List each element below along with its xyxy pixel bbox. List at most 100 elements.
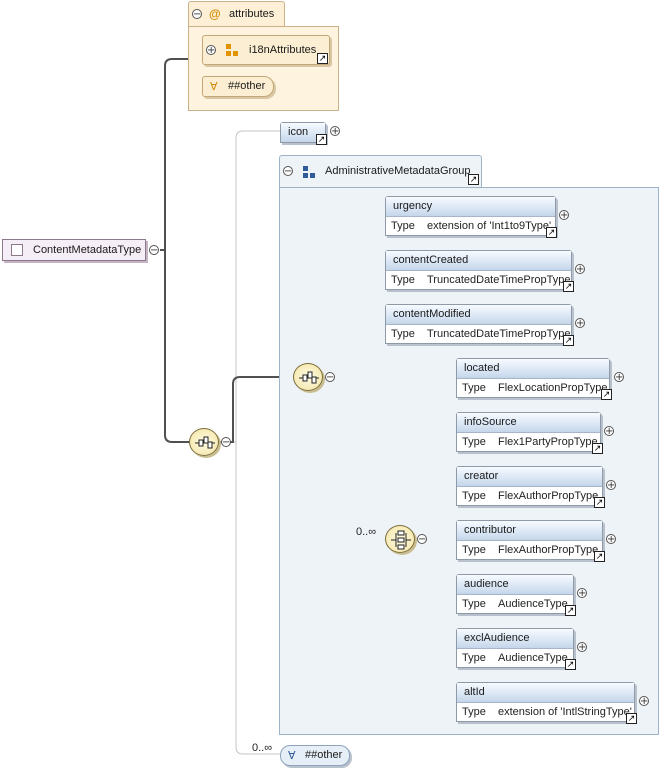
element-contentmodified-link-icon[interactable]: ↗ [563, 335, 574, 346]
element-icon-expand-toggle[interactable]: + [330, 126, 340, 137]
element-urgency-link-icon[interactable]: ↗ [546, 227, 557, 238]
element-icon-link-icon[interactable]: ↗ [316, 134, 327, 145]
element-infosource-link-icon[interactable]: ↗ [592, 443, 603, 454]
root-complex-type[interactable]: ContentMetadataType [2, 239, 146, 261]
element-contentcreated-expand-toggle[interactable]: + [575, 264, 585, 275]
element-urgency[interactable]: urgency Type extension of 'Int1to9Type' [385, 196, 556, 236]
element-infosource[interactable]: infoSource Type Flex1PartyPropType [456, 412, 601, 452]
element-type-row: Type FlexLocationPropType [457, 379, 609, 398]
element-type-row: Type Flex1PartyPropType [457, 433, 600, 452]
element-exclaudience[interactable]: exclAudience Type AudienceType [456, 628, 574, 668]
element-altid-expand-toggle[interactable]: + [639, 696, 649, 707]
type-label: Type [462, 598, 486, 610]
attribute-group-ref[interactable]: + i18nAttributes ↗ [202, 35, 330, 65]
complex-type-icon [11, 244, 23, 256]
element-audience-expand-toggle[interactable]: + [577, 588, 587, 599]
sequence-collapse-toggle[interactable]: − [221, 437, 231, 448]
sequence-compositor[interactable] [189, 428, 219, 456]
type-label: Type [391, 274, 415, 286]
choice-icon [391, 530, 411, 550]
attribute-group-icon [226, 44, 238, 56]
root-collapse-toggle[interactable]: − [149, 245, 159, 256]
element-contributor-link-icon[interactable]: ↗ [594, 551, 605, 562]
any-attribute-namespace: ##other [228, 80, 266, 92]
at-sign-icon: @ [209, 7, 221, 21]
element-name: creator [457, 467, 602, 487]
element-type: FlexLocationPropType [498, 382, 608, 394]
sequence-icon [195, 436, 215, 449]
element-type: AudienceType [498, 598, 568, 610]
type-label: Type [462, 652, 486, 664]
group-link-icon[interactable]: ↗ [468, 174, 479, 185]
element-name: infoSource [457, 413, 600, 433]
element-name: located [457, 359, 609, 379]
choice-collapse-toggle[interactable]: − [417, 534, 427, 545]
type-label: Type [462, 382, 486, 394]
group-sequence-collapse-toggle[interactable]: − [325, 372, 335, 383]
element-type: TruncatedDateTimePropType [427, 274, 571, 286]
element-audience-link-icon[interactable]: ↗ [565, 605, 576, 616]
element-name: contentCreated [386, 251, 571, 271]
type-label: Type [462, 490, 486, 502]
element-exclaudience-link-icon[interactable]: ↗ [565, 659, 576, 670]
element-name: exclAudience [457, 629, 573, 649]
element-contributor-expand-toggle[interactable]: + [606, 534, 616, 545]
type-label: Type [462, 706, 486, 718]
element-located-link-icon[interactable]: ↗ [601, 389, 612, 400]
element-type-row: Type FlexAuthorPropType [457, 487, 602, 506]
element-name: audience [457, 575, 573, 595]
element-contributor[interactable]: contributor Type FlexAuthorPropType [456, 520, 603, 560]
element-altid[interactable]: altId Type extension of 'IntlStringType' [456, 682, 635, 722]
any-attribute[interactable]: ∀ ##other [202, 76, 274, 97]
type-label: Type [391, 220, 415, 232]
element-type-row: Type AudienceType [457, 595, 573, 614]
element-type: Flex1PartyPropType [498, 436, 598, 448]
type-label: Type [391, 328, 415, 340]
attribute-group-link-icon[interactable]: ↗ [317, 53, 328, 64]
group-sequence-compositor[interactable] [293, 363, 323, 391]
attributes-collapse-toggle[interactable]: − [192, 9, 202, 20]
any-element-icon: ∀ [288, 750, 296, 762]
attribute-group-expand-toggle[interactable]: + [206, 45, 216, 56]
element-audience[interactable]: audience Type AudienceType [456, 574, 574, 614]
element-type-row: Type AudienceType [457, 649, 573, 668]
group-tab[interactable]: − AdministrativeMetadataGroup ↗ [279, 155, 482, 188]
element-name: contributor [457, 521, 602, 541]
group-collapse-toggle[interactable]: − [283, 166, 293, 177]
element-type: FlexAuthorPropType [498, 490, 599, 502]
element-type-row: Type FlexAuthorPropType [457, 541, 602, 560]
attributes-tab[interactable]: − @ attributes [188, 1, 285, 27]
element-contentmodified[interactable]: contentModified Type TruncatedDateTimePro… [385, 304, 572, 344]
element-located-expand-toggle[interactable]: + [614, 372, 624, 383]
any-element-occurrence: 0..∞ [252, 742, 273, 754]
any-element[interactable]: ∀ ##other [280, 745, 350, 766]
element-name: urgency [386, 197, 555, 217]
element-urgency-expand-toggle[interactable]: + [559, 210, 569, 221]
group-icon [303, 166, 315, 178]
element-contentcreated-link-icon[interactable]: ↗ [563, 281, 574, 292]
choice-occurrence: 0..∞ [356, 526, 377, 538]
any-element-namespace: ##other [305, 749, 343, 761]
element-name: contentModified [386, 305, 571, 325]
element-name: altId [457, 683, 634, 703]
attributes-label: attributes [229, 8, 275, 20]
element-type-row: Type extension of 'Int1to9Type' [386, 217, 555, 236]
attributes-container: + i18nAttributes ↗ ∀ ##other [188, 26, 339, 111]
element-exclaudience-expand-toggle[interactable]: + [577, 642, 587, 653]
element-altid-link-icon[interactable]: ↗ [626, 713, 637, 724]
element-creator-link-icon[interactable]: ↗ [594, 497, 605, 508]
element-type: AudienceType [498, 652, 568, 664]
element-type: extension of 'IntlStringType' [498, 706, 632, 718]
choice-compositor[interactable] [385, 525, 415, 553]
type-label: Type [462, 544, 486, 556]
element-creator-expand-toggle[interactable]: + [606, 480, 616, 491]
attribute-group-name: i18nAttributes [249, 44, 317, 56]
element-infosource-expand-toggle[interactable]: + [604, 426, 614, 437]
element-type: FlexAuthorPropType [498, 544, 599, 556]
element-contentmodified-expand-toggle[interactable]: + [575, 318, 585, 329]
element-located[interactable]: located Type FlexLocationPropType [456, 358, 610, 398]
element-contentcreated[interactable]: contentCreated Type TruncatedDateTimeProp… [385, 250, 572, 290]
element-type: extension of 'Int1to9Type' [427, 220, 552, 232]
element-creator[interactable]: creator Type FlexAuthorPropType [456, 466, 603, 506]
element-type-row: Type extension of 'IntlStringType' [457, 703, 634, 722]
